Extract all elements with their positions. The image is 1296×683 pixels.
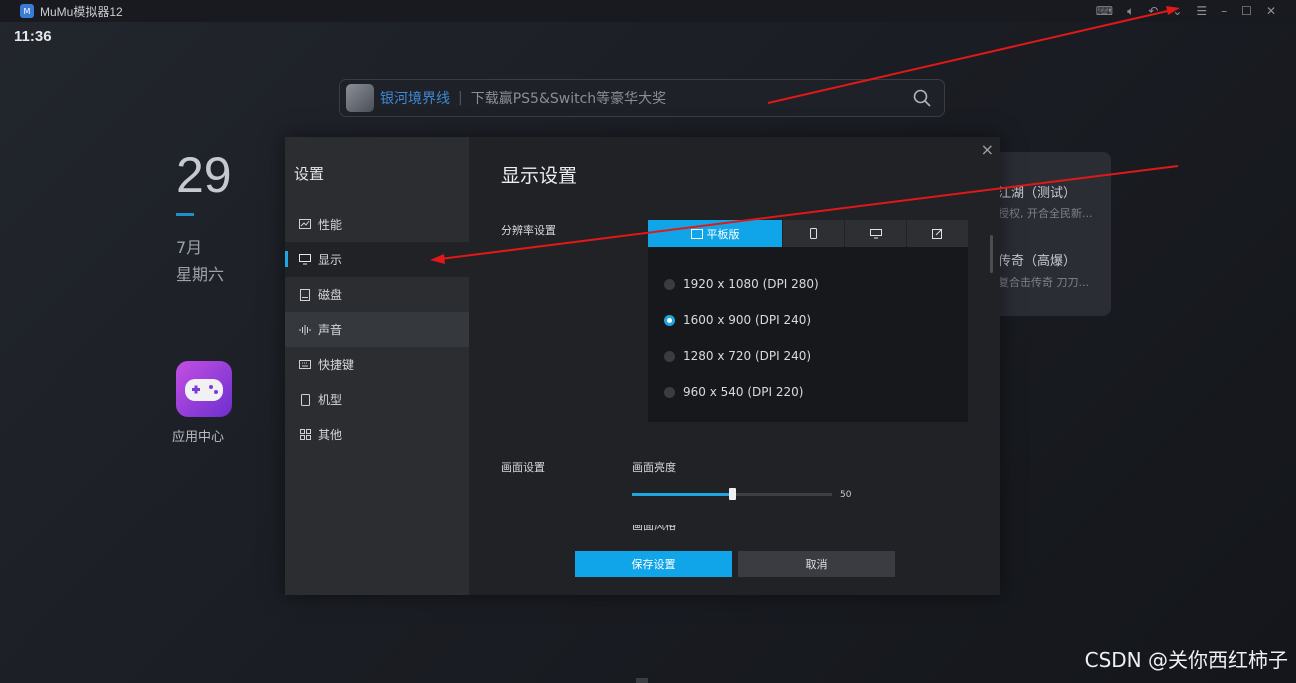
brightness-label: 画面亮度 (632, 461, 676, 474)
style-label-clipped: 画面风格 (632, 525, 692, 531)
gamepad-icon (185, 379, 223, 401)
recommend-subtitle-2: 复合击传奇 刀刀... (998, 276, 1089, 289)
cancel-button[interactable]: 取消 (738, 551, 895, 577)
nav-label: 快捷键 (318, 358, 355, 372)
resolution-option-label: 1280 x 720 (DPI 240) (683, 349, 812, 363)
date-day: 29 (176, 147, 232, 203)
nav-performance[interactable]: 性能 (285, 207, 469, 242)
resolution-option-1920[interactable]: 1920 x 1080 (DPI 280) (664, 277, 819, 291)
nav-device-model[interactable]: 机型 (285, 382, 469, 417)
page-title: 显示设置 (501, 165, 578, 187)
phone-icon (299, 393, 311, 406)
tab-custom[interactable] (907, 220, 968, 247)
date-weekday: 星期六 (176, 265, 225, 284)
sound-icon (299, 324, 311, 336)
nav-label: 其他 (318, 428, 343, 442)
radio-button[interactable] (664, 386, 675, 398)
disk-icon (299, 288, 311, 301)
game-avatar (346, 84, 374, 112)
app-center-icon[interactable] (176, 361, 232, 417)
title-bar: M MuMu模拟器12 ⌨ 🔈︎ ↶ ⌄ ☰ – ☐ ✕ (0, 0, 1296, 22)
watermark: CSDN @关你西红柿子 (1084, 648, 1288, 672)
phone-icon (810, 228, 817, 239)
nav-label: 声音 (318, 323, 343, 337)
maximize-icon[interactable]: ☐ (1241, 4, 1252, 18)
emulator-window: M MuMu模拟器12 ⌨ 🔈︎ ↶ ⌄ ☰ – ☐ ✕ 11:36 银河境界线… (0, 0, 1296, 683)
recommend-title-2: 传奇（高爆） (998, 254, 1077, 269)
nav-label: 性能 (318, 218, 343, 232)
search-icon[interactable] (912, 88, 932, 108)
resolution-option-label: 1600 x 900 (DPI 240) (683, 313, 812, 327)
chevron-down-icon[interactable]: ⌄ (1172, 4, 1182, 18)
date-divider (176, 213, 194, 216)
radio-button[interactable] (664, 278, 675, 290)
keyboard-icon[interactable]: ⌨ (1096, 4, 1113, 18)
close-icon[interactable]: ✕ (1266, 4, 1276, 18)
resolution-mode-tabs: 平板版 (648, 220, 968, 247)
dock-handle[interactable] (636, 678, 648, 683)
recommend-card[interactable]: 江湖（测试） 授权, 开合全民新... 传奇（高爆） 复合击传奇 刀刀... (990, 152, 1111, 316)
keyboard-icon (299, 359, 311, 371)
nav-sound[interactable]: 声音 (285, 312, 469, 347)
tab-tablet-label: 平板版 (706, 227, 740, 241)
recommend-title-1: 江湖（测试） (998, 186, 1077, 201)
radio-button-selected[interactable] (664, 314, 675, 326)
tab-phone[interactable] (783, 220, 845, 247)
nav-other[interactable]: 其他 (285, 417, 469, 452)
search-separator: | (458, 90, 463, 106)
monitor-icon (869, 228, 882, 238)
nav-label: 显示 (318, 253, 343, 267)
brightness-value: 50 (840, 490, 852, 500)
settings-title: 设置 (294, 165, 325, 183)
nav-display[interactable]: 显示 (285, 242, 469, 277)
resolution-option-1600[interactable]: 1600 x 900 (DPI 240) (664, 313, 811, 327)
resolution-option-960[interactable]: 960 x 540 (DPI 220) (664, 385, 803, 399)
edit-icon (932, 228, 943, 239)
search-promo-text[interactable]: 下载赢PS5&Switch等豪华大奖 (471, 88, 666, 108)
resolution-option-label: 960 x 540 (DPI 220) (683, 385, 804, 399)
nav-label: 磁盘 (318, 288, 343, 302)
brightness-slider[interactable] (632, 488, 832, 500)
search-game-name[interactable]: 银河境界线 (380, 88, 450, 108)
settings-sidebar: 设置 性能 显示 磁盘 声音 快捷键 机型 其他 (285, 137, 469, 595)
mumu-logo: M (20, 4, 34, 18)
dialog-close-button[interactable]: × (981, 140, 994, 159)
app-center-label: 应用中心 (172, 430, 225, 445)
grid-icon (299, 429, 311, 441)
tablet-icon (690, 228, 703, 239)
resolution-option-label: 1920 x 1080 (DPI 280) (683, 277, 819, 291)
resolution-list: 1920 x 1080 (DPI 280) 1600 x 900 (DPI 24… (648, 247, 968, 422)
resolution-option-1280[interactable]: 1280 x 720 (DPI 240) (664, 349, 811, 363)
monitor-icon (299, 254, 311, 266)
title-bar-controls: ⌨ 🔈︎ ↶ ⌄ ☰ – ☐ ✕ (1096, 0, 1276, 22)
volume-icon[interactable]: 🔈︎ (1127, 4, 1134, 19)
save-settings-button[interactable]: 保存设置 (575, 551, 732, 577)
nav-label: 机型 (318, 393, 343, 407)
brightness-slider-handle[interactable] (729, 488, 736, 500)
date-month: 7月 (176, 238, 203, 257)
status-clock: 11:36 (14, 28, 52, 45)
chart-icon (299, 219, 311, 231)
content-scrollbar[interactable] (990, 235, 993, 273)
resolution-section-label: 分辨率设置 (501, 224, 556, 237)
settings-dialog: 设置 性能 显示 磁盘 声音 快捷键 机型 其他 × 显示设置 分辨率设置 平板… (285, 137, 1000, 595)
nav-shortcuts[interactable]: 快捷键 (285, 347, 469, 382)
search-bar[interactable]: 银河境界线 | 下载赢PS5&Switch等豪华大奖 (339, 79, 945, 117)
minimize-icon[interactable]: – (1221, 4, 1227, 18)
tab-monitor[interactable] (845, 220, 907, 247)
back-icon[interactable]: ↶ (1148, 4, 1158, 18)
brightness-slider-fill (632, 493, 732, 496)
menu-icon[interactable]: ☰ (1196, 4, 1207, 18)
radio-button[interactable] (664, 350, 675, 362)
nav-disk[interactable]: 磁盘 (285, 277, 469, 312)
picture-section-label: 画面设置 (501, 461, 545, 474)
recommend-subtitle-1: 授权, 开合全民新... (998, 207, 1093, 220)
app-title: MuMu模拟器12 (40, 4, 123, 19)
tab-tablet[interactable]: 平板版 (648, 220, 783, 247)
